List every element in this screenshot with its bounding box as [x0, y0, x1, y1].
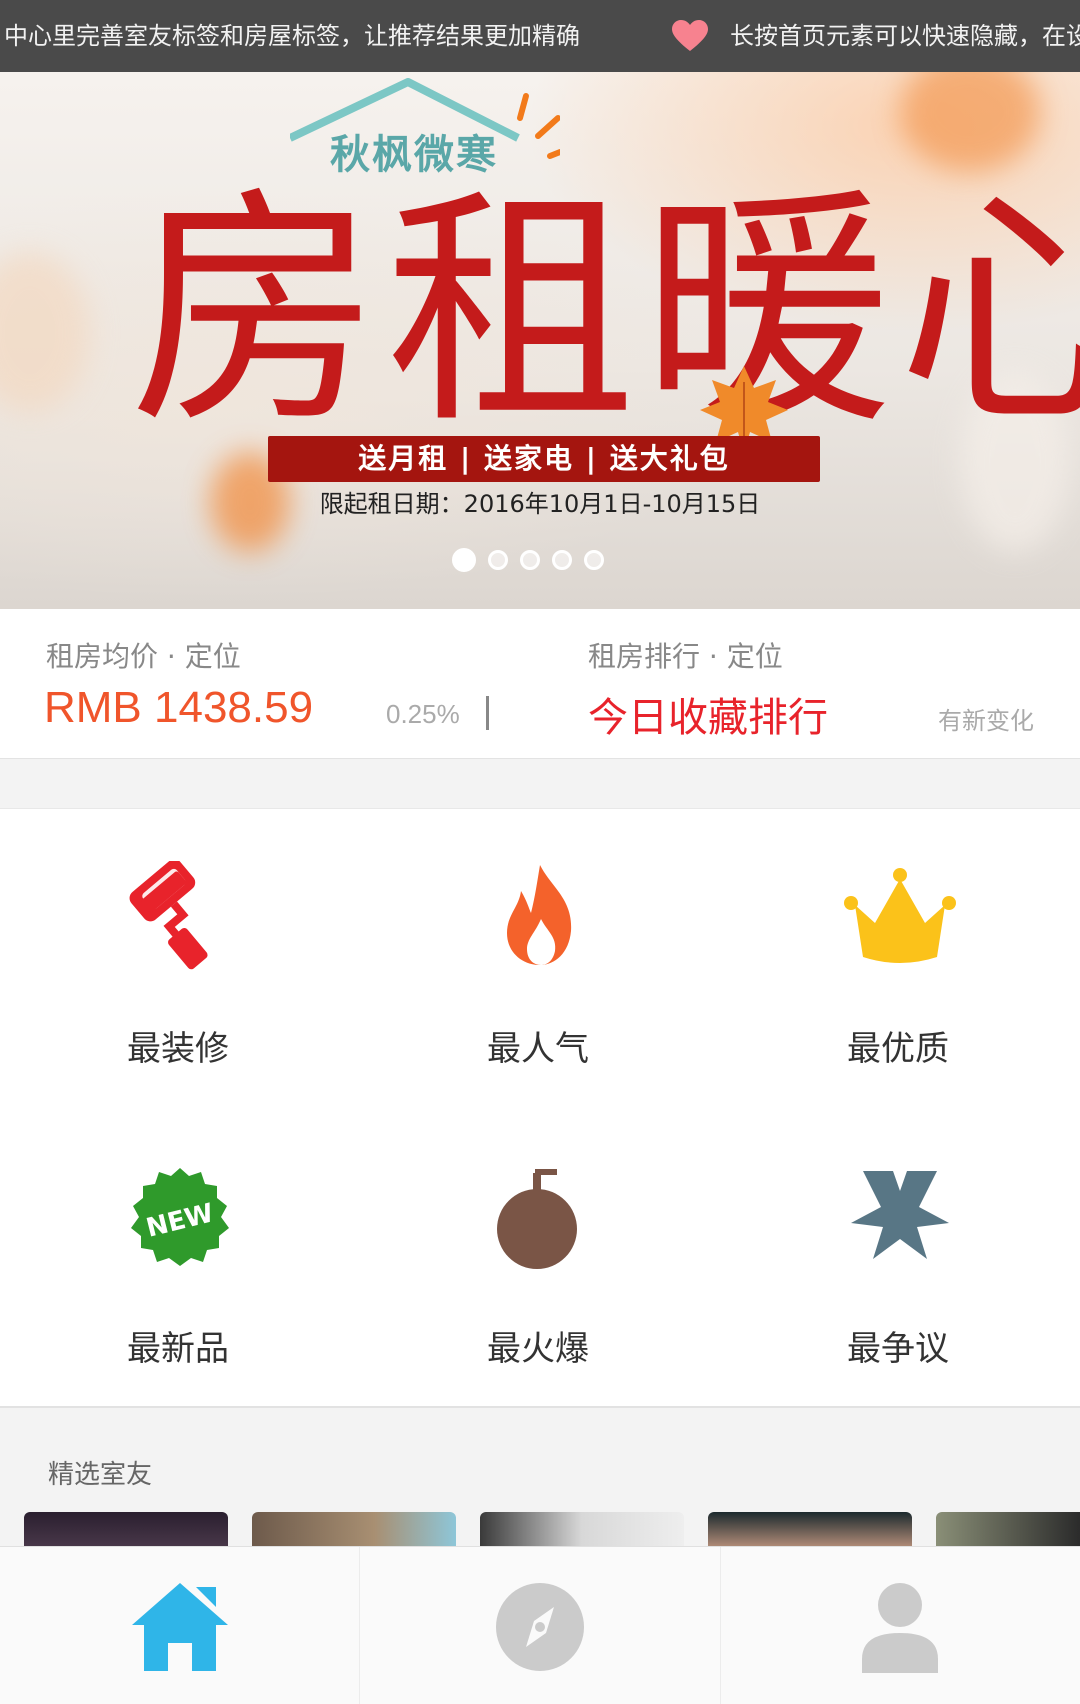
category-quality[interactable]: 最优质 [720, 809, 1080, 1109]
banner-ribbon: 送月租 | 送家电 | 送大礼包 [268, 436, 820, 482]
tab-discover[interactable] [360, 1547, 721, 1704]
notice-bar[interactable]: 中心里完善室友标签和房屋标签，让推荐结果更加精确 长按首页元素可以快速隐藏，在设 [0, 0, 1080, 72]
tab-profile[interactable] [721, 1547, 1080, 1704]
carousel-dots[interactable] [452, 548, 604, 572]
heart-icon [672, 20, 708, 51]
category-decor[interactable]: 最装修 [0, 809, 360, 1109]
category-controversial[interactable]: 最争议 [720, 1109, 1080, 1409]
carousel-dot[interactable] [552, 550, 572, 570]
crossed-arrows-icon [851, 1171, 949, 1259]
rent-stats-card: 租房均价 · 定位 RMB 1438.59 0.25% 租房排行 · 定位 今日… [0, 609, 1080, 759]
banner-date: 限起租日期：2016年10月1日-10月15日 [319, 490, 761, 518]
category-label: 最新品 [127, 1329, 229, 1369]
rank-label: 租房排行 · 定位 [588, 640, 783, 673]
category-label: 最装修 [127, 1029, 229, 1069]
category-hot[interactable]: 最火爆 [360, 1109, 720, 1409]
bomb-icon [497, 1169, 577, 1269]
category-label: 最人气 [487, 1029, 589, 1069]
category-popular[interactable]: 最人气 [360, 809, 720, 1109]
category-label: 最争议 [847, 1329, 949, 1369]
new-badge-icon: NEW [131, 1168, 229, 1266]
paint-roller-icon [129, 861, 208, 970]
category-grid: 最装修 最人气 最优质 NEW 最新品 最火爆 最争议 [0, 808, 1080, 1408]
carousel-dot[interactable] [584, 550, 604, 570]
profile-icon [862, 1583, 939, 1673]
trend-indicator [486, 696, 489, 730]
carousel-dot[interactable] [452, 548, 476, 572]
category-label: 最火爆 [487, 1329, 589, 1369]
carousel-dot[interactable] [520, 550, 540, 570]
notice-text: 中心里完善室友标签和房屋标签，让推荐结果更加精确 [4, 22, 580, 50]
category-new[interactable]: NEW 最新品 [0, 1109, 360, 1409]
bottom-tab-bar [0, 1546, 1080, 1704]
home-icon [131, 1583, 228, 1671]
category-label: 最优质 [847, 1029, 949, 1069]
banner-title: 房租暖心 [130, 166, 1080, 457]
featured-roommates-title: 精选室友 [48, 1460, 153, 1490]
flame-icon [507, 865, 572, 965]
crown-icon [844, 868, 956, 963]
tab-home[interactable] [0, 1547, 361, 1704]
avg-price-value[interactable]: RMB 1438.59 [44, 683, 313, 733]
carousel-dot[interactable] [488, 550, 508, 570]
avg-price-change: 0.25% [386, 699, 460, 729]
promo-banner[interactable]: 秋枫微寒 房租暖心 送月租 | 送家电 | 送大礼包 限起租日期：2016年10… [0, 72, 1080, 609]
compass-icon [495, 1583, 584, 1671]
rank-hint: 有新变化 [938, 707, 1034, 735]
rank-value[interactable]: 今日收藏排行 [588, 685, 828, 743]
notice-text-next: 长按首页元素可以快速隐藏，在设 [730, 22, 1080, 50]
avg-price-label: 租房均价 · 定位 [46, 640, 241, 673]
